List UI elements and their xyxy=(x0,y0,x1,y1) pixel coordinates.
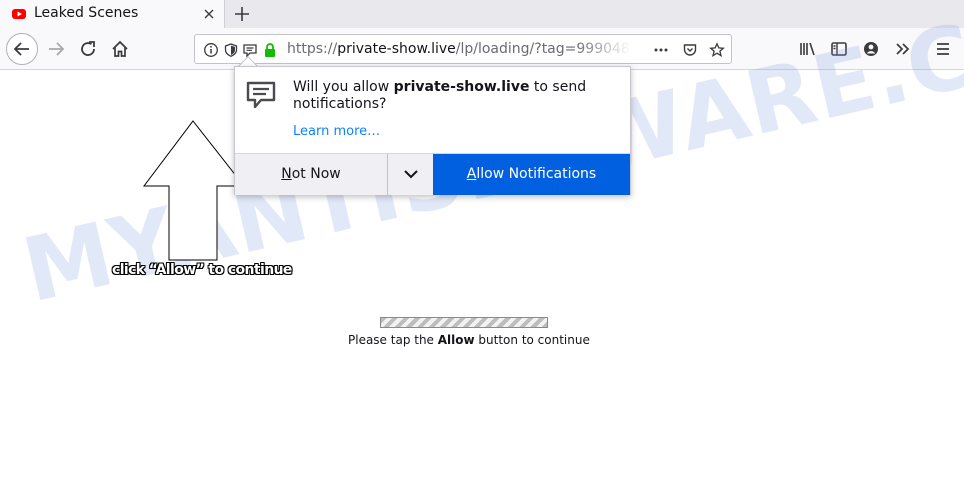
url-prefix: https:// xyxy=(287,41,338,57)
click-allow-instruction: click “Allow” to continue xyxy=(112,262,292,278)
back-button[interactable] xyxy=(6,33,38,65)
url-fade xyxy=(575,37,631,61)
home-icon[interactable] xyxy=(106,35,134,63)
popup-message-pre: Will you allow xyxy=(293,79,394,95)
tap-text-bold: Allow xyxy=(437,333,475,347)
popup-actions: Not Now Allow Notifications xyxy=(235,153,630,195)
tap-text-post: button to continue xyxy=(474,333,590,347)
shield-icon[interactable] xyxy=(223,42,239,58)
url-host: private-show.live xyxy=(337,41,456,57)
tap-text-pre: Please tap the xyxy=(348,333,438,347)
not-now-button[interactable]: Not Now xyxy=(235,154,387,195)
tab-strip: Leaked Scenes xyxy=(0,0,964,28)
page-actions-icon[interactable] xyxy=(653,42,669,58)
browser-window: Leaked Scenes https://private-show.live/… xyxy=(0,0,964,482)
allow-accesskey: A xyxy=(466,166,477,182)
tap-allow-instruction: Please tap the Allow button to continue xyxy=(348,333,590,347)
loading-progress-bar xyxy=(380,317,548,328)
notification-message-icon xyxy=(246,81,276,109)
tab-title: Leaked Scenes xyxy=(34,5,139,21)
allow-notifications-button[interactable]: Allow Notifications xyxy=(433,154,630,195)
not-now-label: ot Now xyxy=(291,166,341,182)
allow-label: llow Notifications xyxy=(476,166,597,182)
bookmark-star-icon[interactable] xyxy=(709,42,725,58)
pocket-icon[interactable] xyxy=(682,42,698,58)
new-tab-icon[interactable] xyxy=(232,4,252,24)
notification-permission-icon[interactable] xyxy=(242,42,258,58)
up-arrow-graphic xyxy=(142,120,246,261)
not-now-accesskey: N xyxy=(281,166,292,182)
more-options-button[interactable] xyxy=(387,154,433,195)
popup-message: Will you allow private-show.live to send… xyxy=(293,79,623,113)
lock-icon[interactable] xyxy=(262,42,278,58)
back-arrow-icon xyxy=(13,42,29,56)
youtube-icon xyxy=(12,9,26,19)
close-icon[interactable] xyxy=(200,5,218,23)
forward-icon[interactable] xyxy=(42,35,70,63)
notification-permission-popup: Will you allow private-show.live to send… xyxy=(234,66,631,195)
popup-message-host: private-show.live xyxy=(393,79,530,95)
url-bar[interactable]: https://private-show.live/lp/loading/?ta… xyxy=(194,34,732,64)
reload-icon[interactable] xyxy=(74,35,102,63)
chevron-down-icon xyxy=(404,170,418,179)
learn-more-link[interactable]: Learn more… xyxy=(293,124,380,139)
tab-leaked-scenes[interactable]: Leaked Scenes xyxy=(0,0,225,28)
info-icon[interactable] xyxy=(203,42,219,58)
